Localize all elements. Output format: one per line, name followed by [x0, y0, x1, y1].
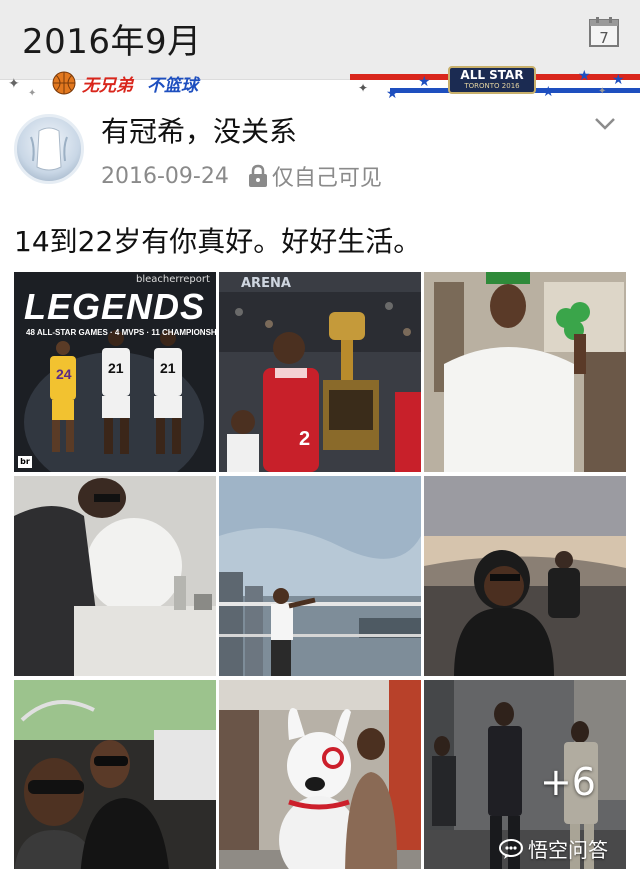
photo-grid: bleacherreport LEGENDS 48 ALL-STAR GAMES… [14, 272, 626, 869]
target-dog-artwork [219, 680, 421, 869]
visibility-label: 仅自己可见 [271, 166, 382, 191]
watermark-text: 悟空问答 [528, 838, 608, 862]
slogan-blue: 不篮球 [147, 75, 198, 96]
photo-desk[interactable] [14, 476, 216, 676]
br-corner-logo: br [18, 456, 32, 468]
basketball-icon [52, 71, 76, 95]
svg-text:★: ★ [542, 84, 555, 100]
balcony-artwork [219, 476, 421, 676]
slogan-red: 无兄弟 [82, 75, 133, 96]
photo-legends-poster[interactable]: bleacherreport LEGENDS 48 ALL-STAR GAMES… [14, 272, 216, 472]
lock-icon [248, 164, 267, 187]
jersey-number: 21 [108, 360, 124, 376]
desk-artwork [14, 476, 216, 676]
photo-target-dog[interactable] [219, 680, 421, 869]
legends-brand: bleacherreport [136, 274, 210, 285]
arena-label: ARENA [241, 276, 291, 291]
svg-text:✦: ✦ [358, 81, 368, 95]
allstar-logo: ALL STAR TORONTO 2016 [448, 66, 536, 94]
svg-text:✦: ✦ [598, 86, 606, 97]
jersey-number: 21 [160, 360, 176, 376]
svg-text:★: ★ [578, 68, 591, 84]
allstar-subtitle: TORONTO 2016 [464, 82, 520, 90]
photo-balcony[interactable] [219, 476, 421, 676]
chevron-down-icon[interactable] [594, 116, 616, 132]
post-text: 14到22岁有你真好。好好生活。 [14, 225, 422, 258]
calendar-icon[interactable]: 7 [588, 16, 620, 48]
banner-slogan: 无兄弟 不篮球 [52, 68, 198, 98]
more-photos-count[interactable]: +6 [540, 760, 596, 804]
month-title: 2016年9月 [22, 22, 202, 62]
post-meta: 2016-09-24 仅自己可见 [101, 160, 382, 192]
svg-text:★: ★ [612, 72, 625, 88]
chat-bubble-icon [499, 838, 523, 859]
photo-golf-cart[interactable] [14, 680, 216, 869]
legends-subtitle: 48 ALL-STAR GAMES · 4 MVPS · 11 CHAMPION… [26, 328, 216, 337]
photo-shamrock[interactable] [424, 272, 626, 472]
avatar-image [30, 127, 68, 171]
legends-title: LEGENDS [24, 286, 206, 327]
wukong-watermark: 悟空问答 [498, 834, 608, 863]
jersey-number: 24 [56, 366, 72, 382]
post-date: 2016-09-24 [101, 163, 229, 189]
svg-text:✦: ✦ [8, 76, 20, 92]
photo-beach[interactable] [424, 476, 626, 676]
jersey-number: 2 [299, 428, 311, 450]
beach-artwork [424, 476, 626, 676]
username[interactable]: 有冠希，没关系 [101, 110, 297, 150]
photo-trophy[interactable]: ARENA 2 [219, 272, 421, 472]
allstar-title: ALL STAR [460, 68, 524, 82]
golf-cart-artwork [14, 680, 216, 869]
svg-text:★: ★ [386, 86, 399, 102]
svg-text:★: ★ [418, 74, 431, 90]
trophy-artwork [219, 272, 421, 472]
shamrock-artwork [424, 272, 626, 472]
svg-text:✦: ✦ [28, 88, 36, 99]
calendar-day: 7 [599, 29, 609, 47]
avatar[interactable] [14, 114, 84, 184]
